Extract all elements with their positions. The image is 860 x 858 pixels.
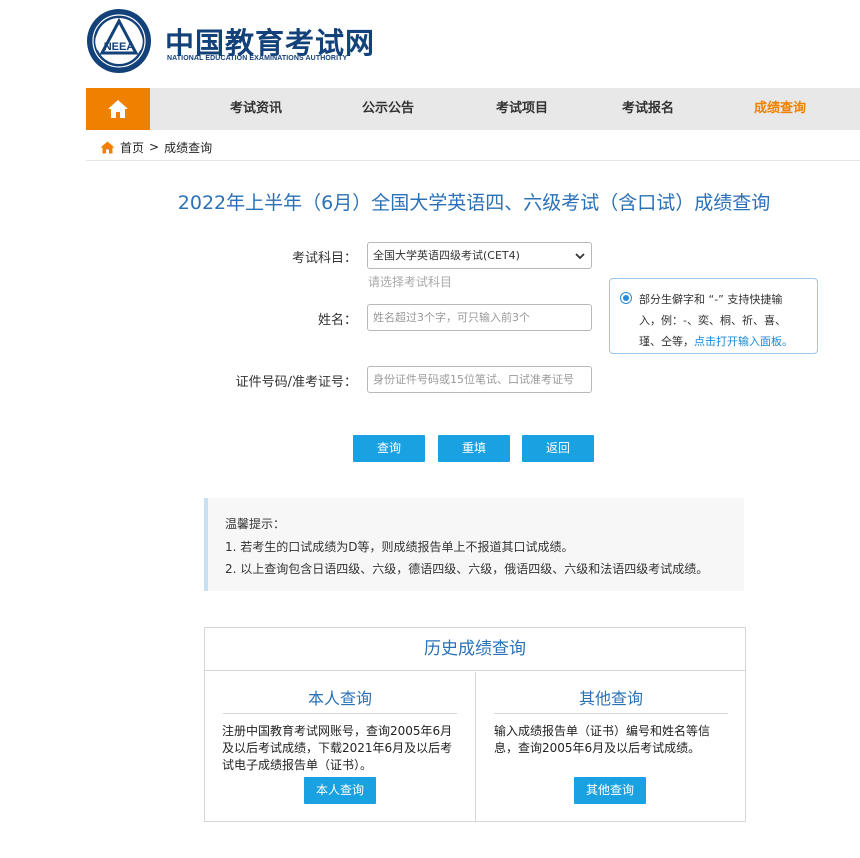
notice-item-1: 1. 若考生的口试成绩为D等，则成绩报告单上不报道其口试成绩。 bbox=[225, 540, 574, 554]
breadcrumb-separator: > bbox=[149, 140, 160, 154]
self-query-desc-line: 试电子成绩报告单（证书）。 bbox=[222, 758, 373, 772]
history-score-panel: 历史成绩查询 本人查询 注册中国教育考试网账号，查询2005年6月 及以后考试成… bbox=[204, 627, 746, 822]
other-query-desc-line: 息，查询2005年6月及以后考试成绩。 bbox=[494, 741, 701, 755]
nav-item-score-query[interactable]: 成绩查询 bbox=[740, 88, 820, 130]
other-query-title: 其他查询 bbox=[578, 689, 643, 708]
other-query-divider bbox=[494, 713, 728, 714]
id-label: 证件号码/准考证号： bbox=[235, 375, 357, 390]
tip-line-2: 入，例：-、奕、桐、祈、喜、 bbox=[639, 314, 786, 327]
main-nav: 考试资讯 公示公告 考试项目 考试报名 成绩查询 bbox=[86, 88, 860, 130]
site-logo[interactable]: NEEA 中国教育考试网 NATIONAL EDUCATION EXAMINAT… bbox=[86, 8, 374, 74]
nav-home-button[interactable] bbox=[86, 88, 150, 130]
tip-line-1: 部分生僻字和 “-” 支持快捷输 bbox=[639, 293, 783, 306]
logo-english-name: NATIONAL EDUCATION EXAMINATIONS AUTHORIT… bbox=[167, 55, 348, 62]
subject-label: 考试科目： bbox=[291, 251, 357, 266]
self-query-description: 注册中国教育考试网账号，查询2005年6月 及以后考试成绩，下载2021年6月及… bbox=[222, 723, 452, 774]
other-query-column: 其他查询 输入成绩报告单（证书）编号和姓名等信 息，查询2005年6月及以后考试… bbox=[475, 672, 745, 821]
breadcrumb: 首页 > 成绩查询 bbox=[100, 138, 212, 156]
chevron-down-icon bbox=[575, 253, 585, 260]
tip-radio-icon bbox=[620, 292, 632, 304]
breadcrumb-current: 成绩查询 bbox=[164, 140, 213, 155]
back-button[interactable]: 返回 bbox=[522, 435, 594, 462]
page-title: 2022年上半年（6月）全国大学英语四、六级考试（含口试）成绩查询 bbox=[177, 192, 771, 214]
other-query-description: 输入成绩报告单（证书）编号和姓名等信 息，查询2005年6月及以后考试成绩。 bbox=[494, 723, 710, 757]
home-icon bbox=[108, 100, 128, 118]
subject-hint: 请选择考试科目 bbox=[368, 275, 453, 289]
breadcrumb-divider bbox=[86, 160, 860, 161]
home-icon bbox=[100, 141, 115, 153]
breadcrumb-home-link[interactable]: 首页 bbox=[120, 139, 144, 156]
other-query-button[interactable]: 其他查询 bbox=[574, 777, 646, 804]
notice-item-2: 2. 以上查询包含日语四级、六级，德语四级、六级，俄语四级、六级和法语四级考试成… bbox=[225, 562, 709, 576]
neea-emblem-icon: NEEA bbox=[87, 9, 151, 73]
reset-button[interactable]: 重填 bbox=[438, 435, 510, 462]
nav-item-announcements[interactable]: 公示公告 bbox=[348, 88, 428, 130]
self-query-button[interactable]: 本人查询 bbox=[304, 777, 376, 804]
name-input[interactable]: 姓名超过3个字，可只输入前3个 bbox=[367, 304, 592, 331]
nav-item-exam-projects[interactable]: 考试项目 bbox=[482, 88, 562, 130]
query-button[interactable]: 查询 bbox=[353, 435, 425, 462]
notice-box: 温馨提示： 1. 若考生的口试成绩为D等，则成绩报告单上不报道其口试成绩。 2.… bbox=[204, 498, 744, 591]
nav-item-exam-registration[interactable]: 考试报名 bbox=[608, 88, 688, 130]
id-number-input[interactable]: 身份证件号码或15位笔试、口试准考证号 bbox=[367, 366, 592, 393]
tip-line-3: 瑾、仝等，点击打开输入面板。 bbox=[639, 333, 793, 349]
name-label: 姓名： bbox=[317, 313, 357, 328]
self-query-desc-line: 及以后考试成绩，下载2021年6月及以后考 bbox=[222, 741, 453, 755]
self-query-title: 本人查询 bbox=[307, 689, 372, 708]
history-title: 历史成绩查询 bbox=[205, 628, 745, 671]
other-query-desc-line: 输入成绩报告单（证书）编号和姓名等信 bbox=[494, 724, 711, 738]
open-input-panel-link[interactable]: 点击打开输入面板。 bbox=[694, 335, 793, 348]
input-tip-box: 部分生僻字和 “-” 支持快捷输 入，例：-、奕、桐、祈、喜、 瑾、仝等，点击打… bbox=[609, 278, 818, 354]
notice-title: 温馨提示： bbox=[225, 517, 286, 531]
subject-select[interactable]: 全国大学英语四级考试(CET4) bbox=[367, 242, 592, 269]
tip-line-3-text: 瑾、仝等， bbox=[639, 335, 694, 348]
self-query-column: 本人查询 注册中国教育考试网账号，查询2005年6月 及以后考试成绩，下载202… bbox=[205, 672, 475, 821]
self-query-divider bbox=[223, 713, 457, 714]
subject-select-value: 全国大学英语四级考试(CET4) bbox=[373, 249, 520, 262]
self-query-desc-line: 注册中国教育考试网账号，查询2005年6月 bbox=[222, 724, 453, 738]
nav-item-exam-news[interactable]: 考试资讯 bbox=[216, 88, 296, 130]
svg-text:NEEA: NEEA bbox=[104, 41, 135, 53]
